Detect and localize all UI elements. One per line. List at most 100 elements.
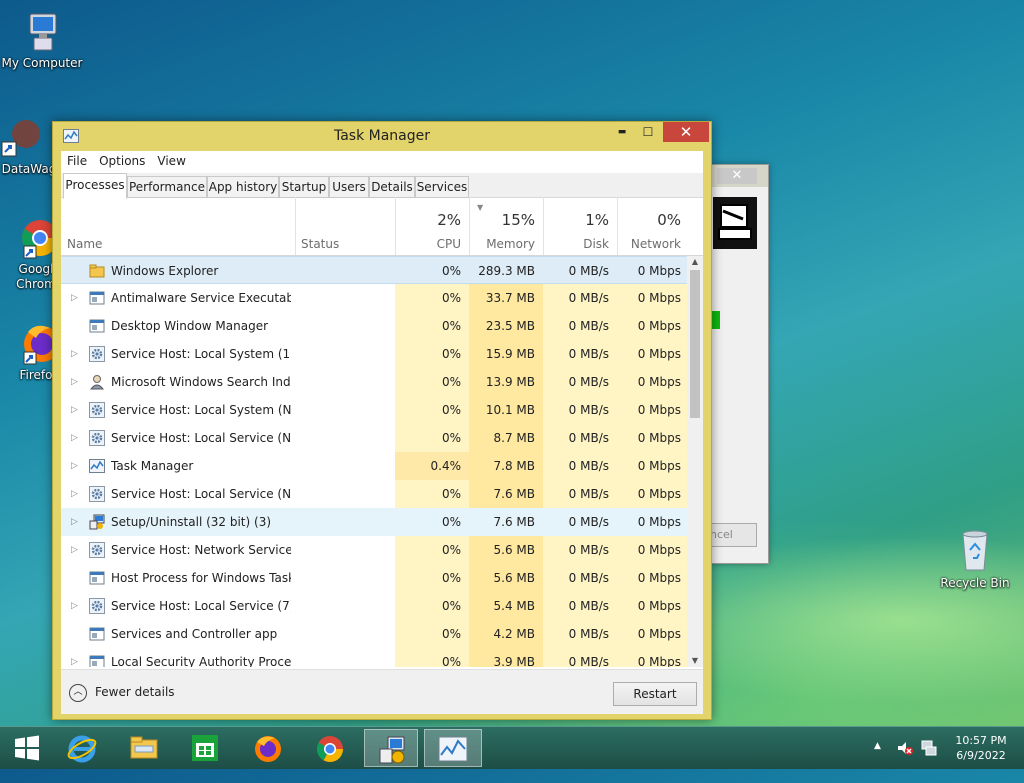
process-network: 0 Mbps: [617, 648, 687, 667]
column-header-memory[interactable]: ▼ 15% Memory: [469, 197, 544, 255]
process-cpu: 0%: [395, 312, 469, 340]
folder-icon: [89, 263, 105, 279]
tab-details[interactable]: Details: [369, 176, 415, 198]
process-memory: 23.5 MB: [469, 312, 543, 340]
expand-chevron-icon[interactable]: ▷: [71, 452, 78, 480]
taskbar-firefox[interactable]: [240, 729, 294, 767]
process-memory: 7.6 MB: [469, 480, 543, 508]
process-network: 0 Mbps: [617, 424, 687, 452]
tab-users[interactable]: Users: [329, 176, 369, 198]
expand-chevron-icon[interactable]: ▷: [71, 480, 78, 508]
close-button[interactable]: ✕: [663, 122, 709, 142]
table-row[interactable]: ▷ Service Host: Local System (17) 0% 15.9 M…: [61, 340, 687, 368]
table-row[interactable]: Desktop Window Manager 0% 23.5 MB 0 MB/s 0 M…: [61, 312, 687, 340]
expand-chevron-icon[interactable]: ▷: [71, 592, 78, 620]
process-name: Service Host: Network Service (5): [111, 543, 291, 557]
scrollbar-thumb[interactable]: [690, 270, 700, 418]
scroll-up-icon[interactable]: ▲: [687, 256, 703, 268]
tab-performance[interactable]: Performance: [127, 176, 207, 198]
minimize-button[interactable]: ▬: [609, 122, 635, 142]
expand-chevron-icon[interactable]: ▷: [71, 284, 78, 312]
vertical-scrollbar[interactable]: ▲ ▼: [687, 256, 703, 667]
datawag-icon: [0, 116, 40, 160]
process-name: Windows Explorer: [111, 264, 219, 278]
table-row[interactable]: Services and Controller app 0% 4.2 MB 0 MB/…: [61, 620, 687, 648]
clock[interactable]: 10:57 PM 6/9/2022: [948, 733, 1014, 763]
fewer-details-button[interactable]: ︿ Fewer details: [69, 682, 175, 702]
process-cpu: 0%: [441, 515, 461, 529]
table-row[interactable]: ▷ Local Security Authority Process... 0%3.…: [61, 648, 687, 667]
taskbar-chrome[interactable]: [302, 729, 356, 767]
table-row[interactable]: ▷ Task Manager 0.4% 7.8 MB 0 MB/s 0 Mbps: [61, 452, 687, 480]
expand-chevron-icon[interactable]: ▷: [71, 508, 78, 536]
process-memory: 3.9 MB: [469, 648, 543, 667]
table-row[interactable]: ▷ Setup/Uninstall (32 bit) (3) 0% 7.6 MB 0 M…: [61, 508, 687, 536]
table-row[interactable]: ▷ Service Host: Local Service (No ... 0%7.…: [61, 480, 687, 508]
table-row[interactable]: ▷ Service Host: Local Service (Net... 0%8.…: [61, 424, 687, 452]
column-header-cpu[interactable]: 2% CPU: [395, 197, 470, 255]
process-disk: 0 MB/s: [543, 284, 617, 312]
start-button[interactable]: [0, 729, 54, 767]
process-cpu: 0.4%: [395, 452, 469, 480]
menu-options[interactable]: Options: [93, 151, 151, 171]
cancel-button[interactable]: ncel: [711, 523, 757, 547]
network-icon[interactable]: [920, 739, 938, 781]
tab-app-history[interactable]: App history: [207, 176, 279, 198]
process-cpu: 0%: [395, 564, 469, 592]
tab-processes[interactable]: Processes: [63, 173, 127, 199]
table-row[interactable]: ▷ Service Host: Local System (Net... 0%10.…: [61, 396, 687, 424]
scroll-down-icon[interactable]: ▼: [687, 655, 703, 667]
table-row[interactable]: Windows Explorer 0% 289.3 MB 0 MB/s 0 Mbps: [61, 256, 687, 284]
expand-chevron-icon[interactable]: ▷: [71, 536, 78, 564]
process-network: 0 Mbps: [637, 264, 681, 278]
desktop-icon-datawag[interactable]: DataWag: [0, 116, 60, 177]
process-table: Name Status 2% CPU ▼ 15% Memory 1% Disk: [61, 197, 703, 667]
expand-chevron-icon[interactable]: ▷: [71, 368, 78, 396]
process-network: 0 Mbps: [617, 536, 687, 564]
taskbar-task-manager[interactable]: [424, 729, 482, 767]
process-cpu: 0%: [395, 592, 469, 620]
desktop-icon-my-computer[interactable]: My Computer: [0, 10, 84, 71]
table-row[interactable]: ▷ Service Host: Network Service (5) 0%5.6 …: [61, 536, 687, 564]
menu-file[interactable]: File: [61, 151, 93, 171]
title-bar[interactable]: Task Manager ▬ ☐ ✕: [53, 122, 711, 150]
taskbar-internet-explorer[interactable]: [54, 729, 108, 767]
process-name: Service Host: Local Service (No ...: [111, 487, 291, 501]
tab-startup[interactable]: Startup: [279, 176, 329, 198]
background-dialog-close-button[interactable]: ✕: [717, 168, 757, 184]
table-row[interactable]: ▷ Microsoft Windows Search Inde... 0% 13.9 …: [61, 368, 687, 396]
process-name: Service Host: Local Service (Net...: [111, 431, 291, 445]
process-disk: 0 MB/s: [543, 648, 617, 667]
background-dialog: ✕ ncel: [710, 164, 769, 564]
tray-show-hidden-icon[interactable]: ▲: [874, 741, 881, 783]
expand-chevron-icon[interactable]: ▷: [71, 396, 78, 424]
task-manager-icon: [89, 458, 105, 474]
table-row[interactable]: ▷ Service Host: Local Service (7) 0% 5.4 MB…: [61, 592, 687, 620]
table-row[interactable]: Host Process for Windows Tasks 0% 5.6 MB 0 …: [61, 564, 687, 592]
maximize-button[interactable]: ☐: [635, 122, 661, 142]
process-disk: 0 MB/s: [543, 480, 617, 508]
column-header-network[interactable]: 0% Network: [617, 197, 689, 255]
volume-muted-icon[interactable]: [896, 739, 914, 781]
tab-services[interactable]: Services: [415, 176, 469, 198]
expand-chevron-icon[interactable]: ▷: [71, 424, 78, 452]
restart-button[interactable]: Restart: [613, 682, 697, 706]
table-row[interactable]: ▷ Antimalware Service Executable 0% 33.7 MB…: [61, 284, 687, 312]
column-header-status[interactable]: Status: [295, 197, 396, 255]
process-disk: 0 MB/s: [543, 452, 617, 480]
expand-chevron-icon[interactable]: ▷: [71, 340, 78, 368]
gear-icon: [89, 430, 105, 446]
taskbar-store[interactable]: [178, 729, 232, 767]
taskbar-setup[interactable]: [364, 729, 418, 767]
process-memory: 33.7 MB: [469, 284, 543, 312]
process-name: Service Host: Local System (Net...: [111, 403, 291, 417]
expand-chevron-icon[interactable]: ▷: [71, 648, 78, 667]
taskbar-file-explorer[interactable]: [116, 729, 170, 767]
column-header-disk[interactable]: 1% Disk: [543, 197, 618, 255]
process-memory: 13.9 MB: [469, 368, 543, 396]
desktop-icon-recycle-bin[interactable]: Recycle Bin: [933, 526, 1017, 591]
gear-icon: [89, 542, 105, 558]
process-cpu: 0%: [441, 264, 461, 278]
menu-view[interactable]: View: [151, 151, 191, 171]
column-header-name[interactable]: Name: [61, 197, 296, 255]
